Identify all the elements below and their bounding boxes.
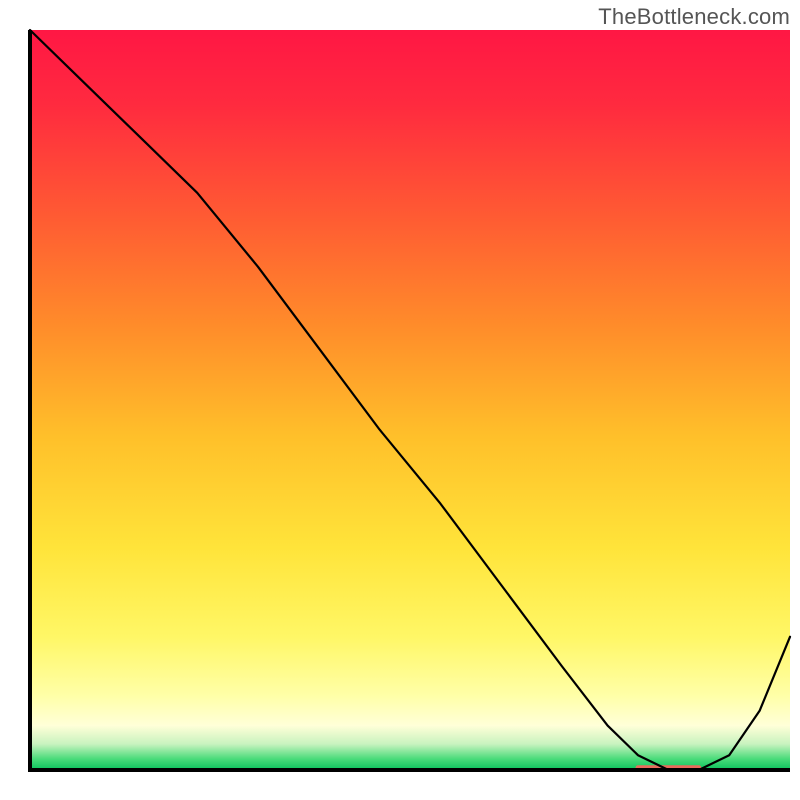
chart-container: TheBottleneck.com — [0, 0, 800, 800]
watermark-label: TheBottleneck.com — [598, 4, 790, 30]
chart-svg — [0, 0, 800, 800]
